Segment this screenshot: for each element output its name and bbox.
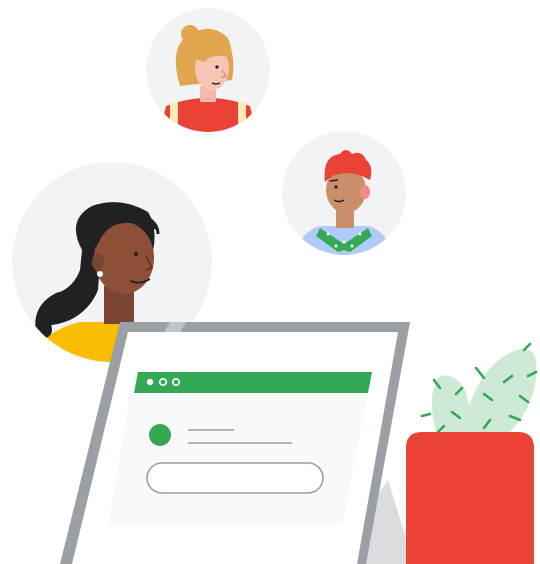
- person-blonde-avatar: [146, 8, 270, 132]
- illustration-scene: [0, 0, 540, 564]
- tablet-device: [60, 322, 414, 564]
- screen-panel: [108, 372, 372, 526]
- plant-pot: [406, 432, 534, 564]
- window-dot-1: [146, 378, 154, 386]
- window-header-bar: [134, 372, 372, 393]
- status-dot: [149, 424, 171, 446]
- leaf-large: [464, 348, 537, 432]
- placeholder-input-pill: [146, 462, 324, 494]
- potted-plant: [406, 342, 538, 564]
- person-red-hair-avatar: [282, 131, 406, 255]
